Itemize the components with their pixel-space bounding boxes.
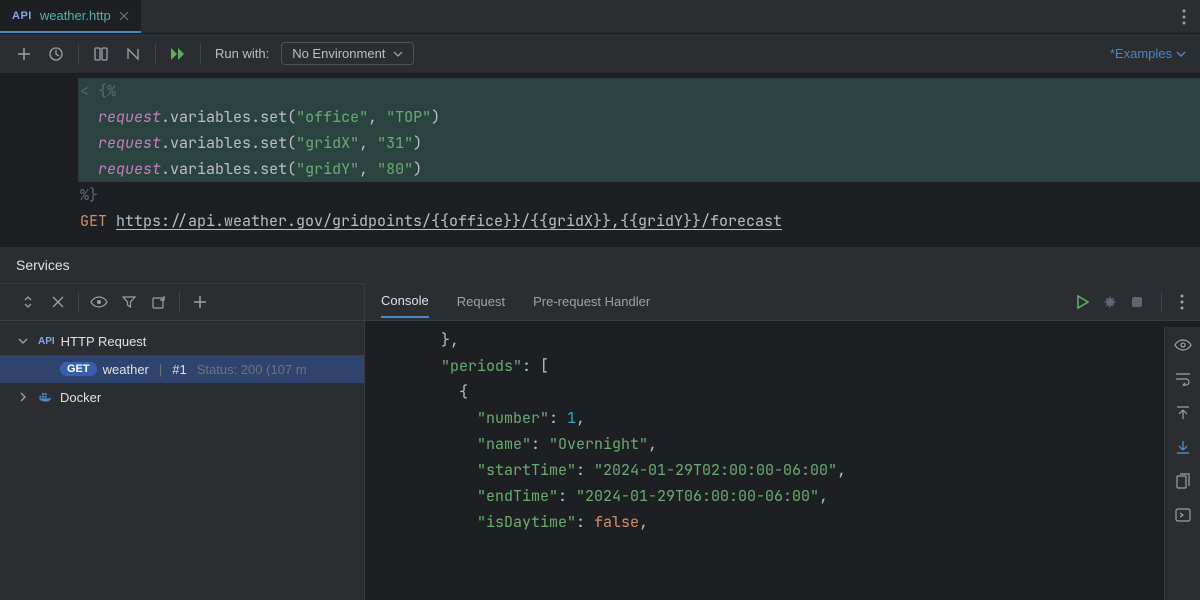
services-panel: Services API HTTP Request [0,246,1200,600]
convert-icon[interactable] [119,40,147,68]
close-all-icon[interactable] [44,288,72,316]
response-pane: Console Request Pre-request Handler }, "… [365,283,1200,600]
scroll-to-end-icon[interactable] [1173,437,1193,457]
run-with-label: Run with: [215,46,269,61]
preview-icon[interactable] [1173,335,1193,355]
filter-icon[interactable] [115,288,143,316]
show-hide-icon[interactable] [85,288,113,316]
file-ext-badge: API [12,10,32,22]
scroll-to-top-icon[interactable] [1173,403,1193,423]
history-icon[interactable] [42,40,70,68]
chevron-down-icon [1176,51,1186,57]
file-name: weather.http [40,8,111,23]
examples-link[interactable]: *Examples [1110,46,1186,61]
tab-request[interactable]: Request [457,286,505,317]
structure-icon[interactable] [87,40,115,68]
environment-value: No Environment [292,46,385,61]
services-title: Services [0,247,1200,283]
environment-select[interactable]: No Environment [281,42,414,65]
response-body[interactable]: }, "periods": [ { "number": 1, "name": "… [365,321,1200,600]
tree-docker[interactable]: Docker [0,383,364,411]
stop-icon[interactable] [1131,296,1143,308]
run-icon[interactable] [1077,295,1089,309]
code-editor[interactable]: < {% request.variables.set("office", "TO… [0,74,1200,246]
method-badge: GET [60,362,97,376]
run-all-icon[interactable] [164,40,192,68]
services-toolbar [0,283,364,321]
soft-wrap-icon[interactable] [1173,369,1193,389]
debug-icon[interactable] [1103,295,1117,309]
api-icon: API [38,336,55,347]
tree-request-item[interactable]: GET weather | #1 Status: 200 (107 m [0,355,364,383]
tab-menu-icon[interactable] [1168,0,1200,33]
add-service-icon[interactable] [186,288,214,316]
response-side-rail [1164,327,1200,600]
rerun-icon[interactable] [145,288,173,316]
tab-prerequest[interactable]: Pre-request Handler [533,286,650,317]
close-tab-icon[interactable] [119,11,129,21]
tab-console[interactable]: Console [381,285,429,318]
file-tab[interactable]: API weather.http [0,0,141,33]
editor-toolbar: Run with: No Environment *Examples [0,34,1200,74]
tree-http-request[interactable]: API HTTP Request [0,327,364,355]
add-request-icon[interactable] [10,40,38,68]
services-tree: API HTTP Request GET weather | #1 Status… [0,321,364,411]
compare-icon[interactable] [1173,505,1193,525]
copy-icon[interactable] [1173,471,1193,491]
chevron-down-icon [393,51,403,57]
expand-collapse-icon[interactable] [14,288,42,316]
docker-icon [38,389,54,405]
tab-bar: API weather.http [0,0,1200,34]
response-menu-icon[interactable] [1180,294,1184,310]
